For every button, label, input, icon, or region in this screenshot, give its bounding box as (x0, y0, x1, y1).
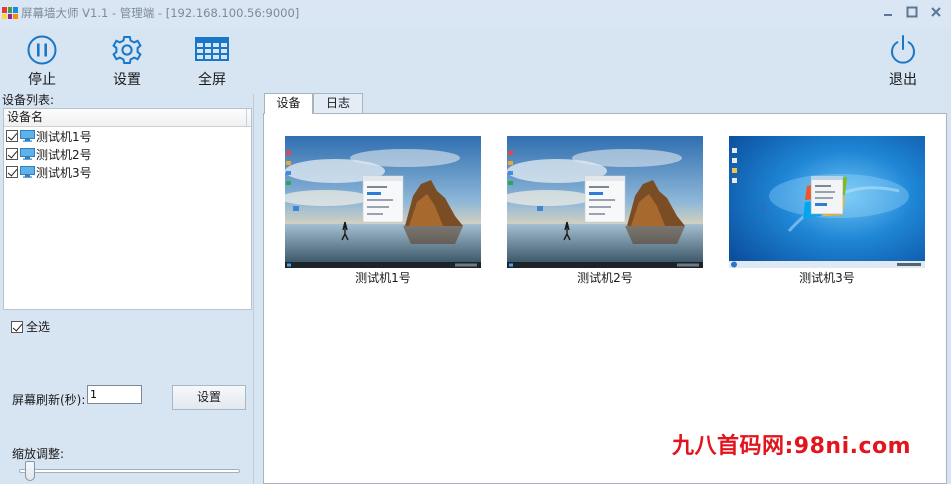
screen-thumbnail[interactable] (729, 136, 925, 268)
monitor-icon (20, 166, 35, 178)
fullscreen-label: 全屏 (198, 72, 226, 88)
device-name: 测试机3号 (36, 165, 92, 180)
window-title: 屏幕墙大师 V1.1 - 管理端 - [192.168.100.56:9000] (21, 6, 300, 20)
screen-caption: 测试机2号 (577, 271, 633, 285)
settings-button[interactable]: 设置 (97, 34, 157, 89)
screen-thumbnail[interactable] (507, 136, 703, 268)
refresh-interval-input[interactable] (87, 385, 142, 404)
device-list-label: 设备列表: (2, 93, 55, 107)
screen-caption: 测试机1号 (355, 271, 411, 285)
stop-label: 停止 (28, 72, 56, 88)
exit-label: 退出 (889, 72, 917, 88)
grid-wall-icon (195, 37, 229, 61)
device-checkbox[interactable] (6, 148, 18, 160)
device-checkbox[interactable] (6, 166, 18, 178)
tab-devices[interactable]: 设备 (264, 93, 313, 114)
device-list[interactable]: 设备名 测试机1号 测试机2号 测试机3号 (3, 108, 252, 310)
device-checkbox[interactable] (6, 130, 18, 142)
power-icon (891, 35, 915, 64)
app-logo-icon (2, 7, 18, 19)
exit-button[interactable]: 退出 (873, 34, 933, 89)
close-icon[interactable] (929, 5, 943, 19)
zoom-slider-track[interactable] (19, 469, 240, 473)
tab-log[interactable]: 日志 (313, 93, 363, 113)
maximize-icon[interactable] (905, 5, 919, 19)
minimize-icon[interactable] (881, 5, 895, 19)
fullscreen-button[interactable]: 全屏 (182, 34, 242, 89)
select-all-label: 全选 (26, 320, 51, 334)
select-all-checkbox[interactable]: 全选 (11, 318, 50, 335)
list-item[interactable]: 测试机1号 (4, 127, 251, 145)
settings-label: 设置 (113, 72, 141, 88)
pause-icon (27, 35, 57, 65)
gear-icon (112, 36, 142, 64)
apply-refresh-button[interactable]: 设置 (172, 385, 246, 410)
monitor-icon (20, 130, 35, 142)
list-item[interactable]: 测试机3号 (4, 163, 251, 181)
title-bar: 屏幕墙大师 V1.1 - 管理端 - [192.168.100.56:9000] (0, 0, 951, 26)
zoom-label: 缩放调整: (12, 447, 65, 461)
panel-divider[interactable] (253, 94, 254, 484)
column-header-device-name[interactable]: 设备名 (4, 109, 247, 126)
select-all-check-icon[interactable] (11, 320, 23, 333)
list-header[interactable]: 设备名 (4, 109, 251, 127)
watermark: 九八首码网:98ni.com (672, 434, 912, 459)
zoom-slider-handle[interactable] (25, 461, 36, 481)
list-item[interactable]: 测试机2号 (4, 145, 251, 163)
refresh-interval-label: 屏幕刷新(秒): (12, 393, 86, 407)
screen-caption: 测试机3号 (799, 271, 855, 285)
screen-thumbnail[interactable] (285, 136, 481, 268)
device-name: 测试机2号 (36, 147, 92, 162)
device-name: 测试机1号 (36, 129, 92, 144)
monitor-icon (20, 148, 35, 160)
stop-button[interactable]: 停止 (12, 34, 72, 89)
